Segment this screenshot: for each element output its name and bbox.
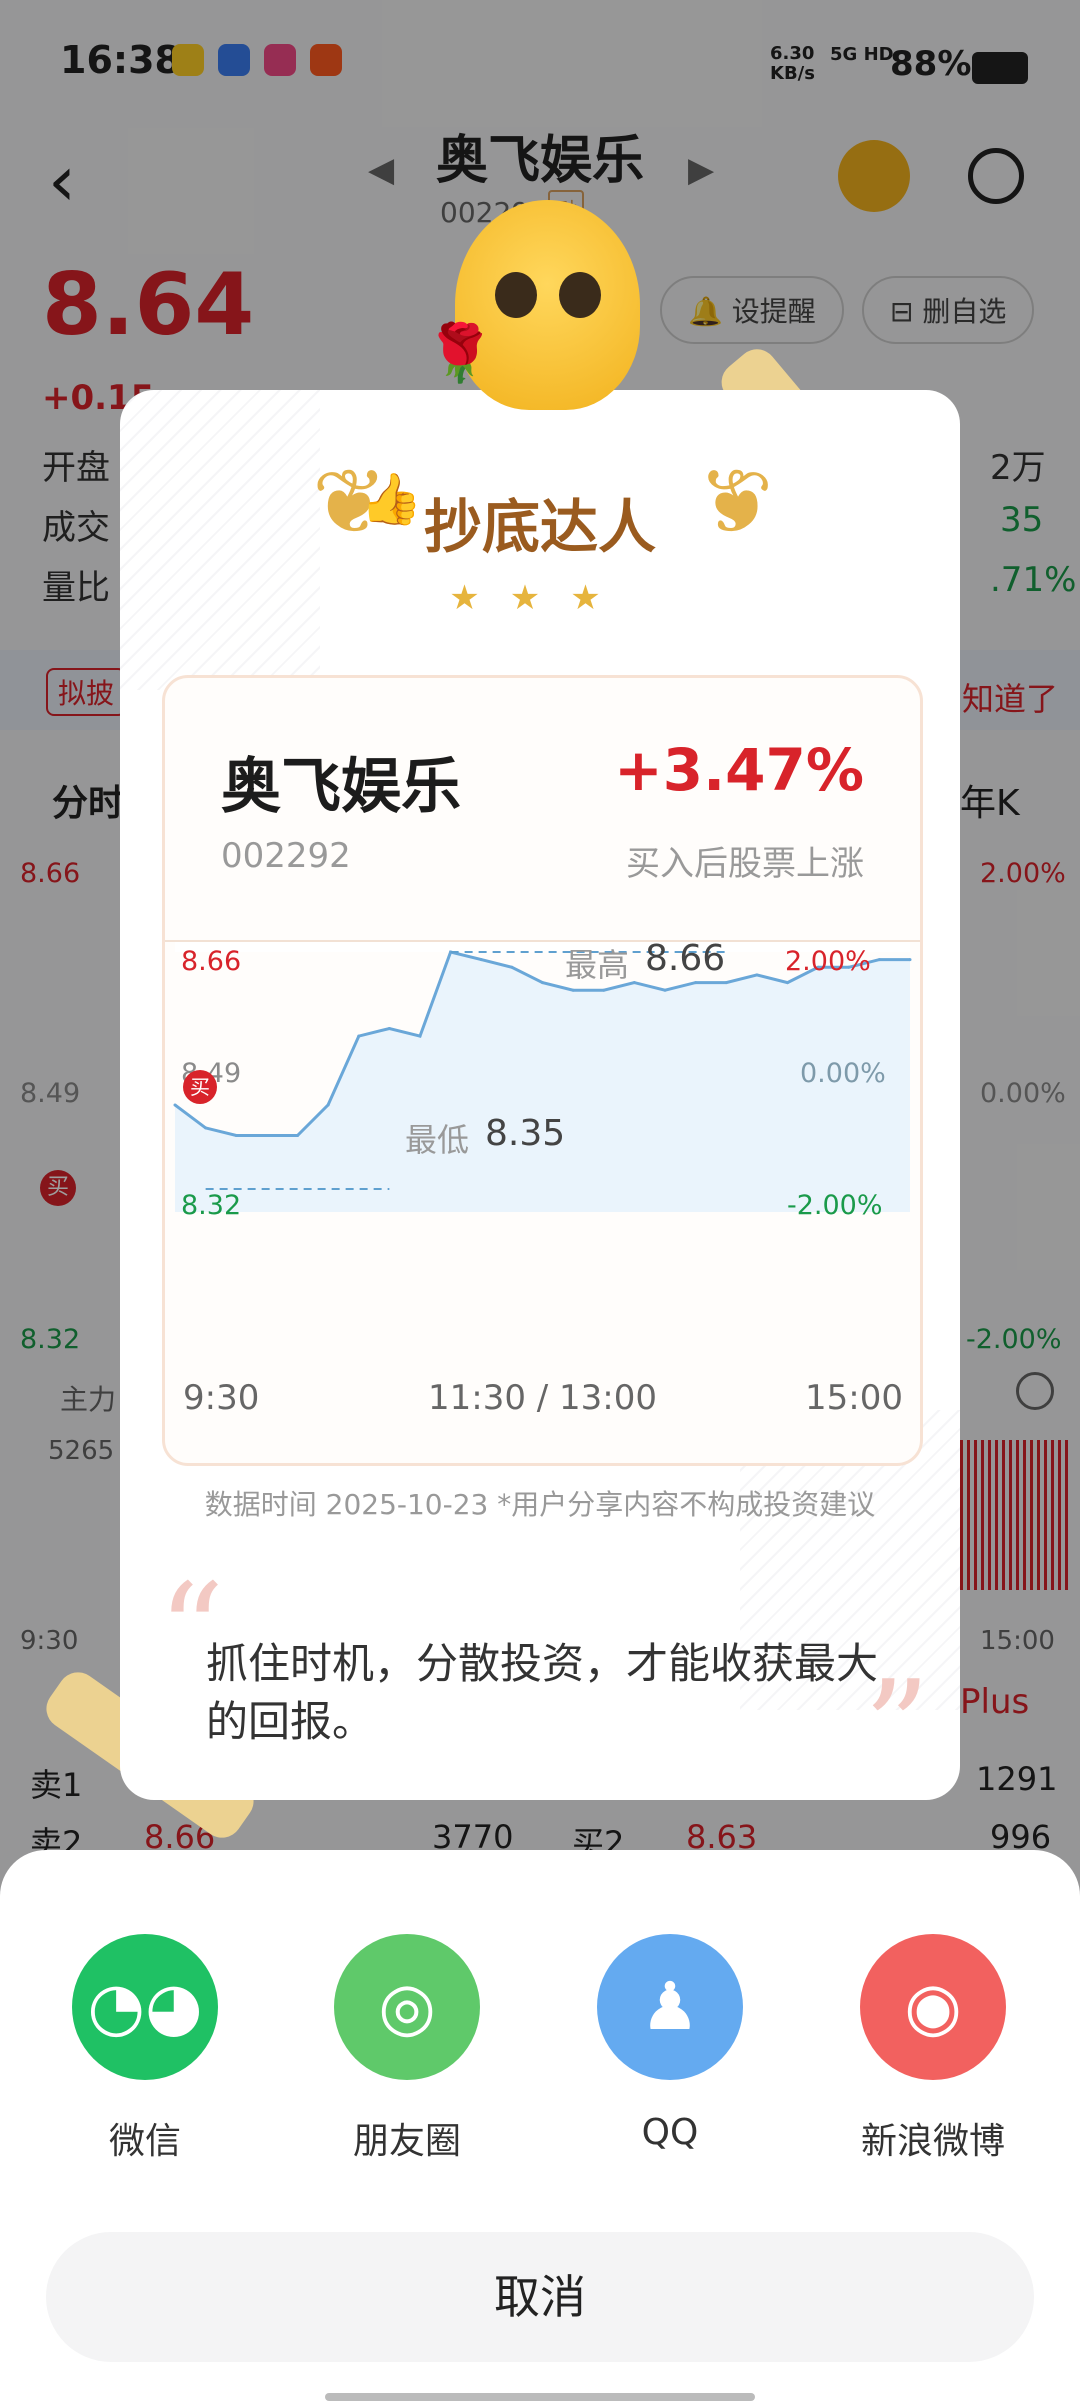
price-point xyxy=(663,988,667,992)
share-moments-button[interactable]: ◎ xyxy=(334,1934,480,2080)
price-point xyxy=(326,1103,330,1107)
rose-icon: 🌹 xyxy=(425,321,495,386)
price-point xyxy=(234,1134,238,1138)
share-card: ❦ ❦ 👍 抄底达人 ★★★ 奥飞娱乐 +3.47% 002292 买入后股票上… xyxy=(120,390,960,1800)
weibo-icon: ◉ xyxy=(904,1968,962,2045)
chart-x-tick: 15:00 xyxy=(805,1378,903,1418)
price-point xyxy=(571,988,575,992)
share-qq-label: QQ xyxy=(641,2112,699,2153)
price-point xyxy=(387,1026,391,1030)
high-value: 8.66 xyxy=(645,938,726,979)
price-point xyxy=(786,981,789,985)
price-point xyxy=(510,965,514,969)
high-label: 最高 xyxy=(565,946,630,984)
home-indicator[interactable] xyxy=(325,2393,755,2401)
price-point xyxy=(632,981,636,985)
share-moments-label: 朋友圈 xyxy=(352,2121,461,2162)
buy-marker: 买 xyxy=(183,1070,217,1104)
share-wechat-label: 微信 xyxy=(108,2121,181,2162)
price-point xyxy=(602,988,606,992)
mascot-lion: 🌹 xyxy=(425,200,640,410)
price-point xyxy=(204,1126,208,1130)
low-label: 最低 xyxy=(405,1121,470,1159)
cancel-button[interactable]: 取消 xyxy=(46,2232,1034,2362)
stars-icon: ★★★ xyxy=(449,578,631,618)
chart-y-tick-right: 2.00% xyxy=(785,946,871,977)
chart-y-tick-right: 0.00% xyxy=(800,1058,886,1089)
wechat-icon: ◔◕ xyxy=(87,1968,203,2045)
stock-name: 奥飞娱乐 xyxy=(221,752,461,822)
moments-icon: ◎ xyxy=(378,1968,436,2045)
badge-title: 抄底达人 xyxy=(423,493,656,561)
stock-summary-box: 奥飞娱乐 +3.47% 002292 买入后股票上涨 8.66 8.49 8.3… xyxy=(162,675,923,1466)
chart-y-tick-right: -2.00% xyxy=(787,1190,883,1221)
change-percent: +3.47% xyxy=(614,736,864,804)
share-sheet: ◔◕ 微信 ◎ 朋友圈 ♟ QQ ◉ 新浪微博 取消 xyxy=(0,1850,1080,2408)
price-point xyxy=(908,958,912,962)
price-point xyxy=(418,1034,422,1038)
price-point xyxy=(479,958,483,962)
price-point xyxy=(173,1103,177,1107)
data-note: 数据时间 2025-10-23 *用户分享内容不构成投资建议 xyxy=(204,1488,876,1521)
price-point xyxy=(296,1134,299,1138)
share-weibo-button[interactable]: ◉ xyxy=(860,1934,1006,2080)
share-qq-button[interactable]: ♟ xyxy=(597,1934,743,2080)
price-point xyxy=(755,973,759,977)
share-quote: 抓住时机，分散投资，才能收获最大的回报。 xyxy=(206,1639,879,1746)
price-point xyxy=(724,981,728,985)
price-point xyxy=(877,958,881,962)
share-wechat-button[interactable]: ◔◕ xyxy=(72,1934,218,2080)
price-point xyxy=(694,981,698,985)
price-point xyxy=(357,1034,361,1038)
stock-code: 002292 xyxy=(221,836,351,876)
qq-icon: ♟ xyxy=(640,1968,700,2045)
chart-y-tick: 8.66 xyxy=(181,946,242,977)
share-weibo-label: 新浪微博 xyxy=(860,2121,1005,2162)
price-point xyxy=(541,981,544,985)
price-point xyxy=(265,1134,269,1138)
mascot-eye xyxy=(495,272,537,318)
low-value: 8.35 xyxy=(485,1113,566,1154)
intraday-chart: 8.66 8.49 8.32 2.00% 0.00% -2.00% 最高 8.6… xyxy=(165,938,920,1463)
chart-y-tick: 8.32 xyxy=(181,1190,242,1221)
mascot-eye xyxy=(559,272,601,318)
stock-description: 买入后股票上涨 xyxy=(626,844,864,884)
